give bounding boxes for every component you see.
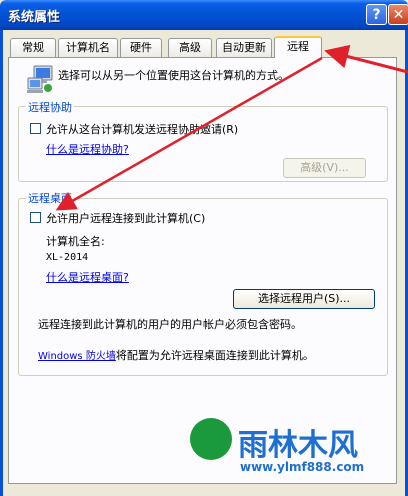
what-is-remote-desktop-link[interactable]: 什么是远程桌面? [46,269,129,285]
remote-assistance-title: 远程协助 [26,99,74,115]
firewall-line: Windows 防火墙将配置为允许远程桌面连接到此计算机。 [38,347,314,363]
tab-computer-name[interactable]: 计算机名 [58,38,118,57]
title-bar[interactable] [0,0,408,30]
tab-advanced[interactable]: 高级 [168,38,212,57]
tab-general[interactable]: 常规 [10,38,56,57]
select-remote-users-button[interactable]: 选择远程用户(S)... [233,289,375,309]
remote-desktop-title: 远程桌面 [26,190,74,206]
remote-assistance-label[interactable]: 允许从这台计算机发送远程协助邀请(R) [46,121,238,137]
what-is-remote-assistance-link[interactable]: 什么是远程协助? [46,141,129,157]
remote-assistance-checkbox[interactable] [30,123,41,134]
help-button[interactable]: ? [366,4,387,25]
computer-full-name-value: XL-2014 [46,252,89,263]
close-button[interactable]: ✕ [388,4,408,25]
watermark-url: www.ylmf888.com [240,460,365,474]
windows-firewall-link[interactable]: Windows 防火墙 [38,351,116,362]
watermark-brand: 雨林木风 [238,428,358,463]
window-frame-left [0,30,3,496]
tab-auto-update[interactable]: 自动更新 [216,38,272,57]
computer-full-name-label: 计算机全名: [46,235,105,248]
brand-logo-icon [190,418,232,460]
password-note: 远程连接到此计算机的用户的用户帐户必须包含密码。 [38,318,302,331]
remote-desktop-checkbox[interactable] [30,212,41,223]
computer-network-icon [27,65,53,93]
remote-desktop-label[interactable]: 允许用户远程连接到此计算机(C) [46,210,205,226]
window-title: 系统属性 [8,10,61,25]
tab-remote[interactable]: 远程 [274,36,322,58]
intro-text: 选择可以从另一个位置使用这台计算机的方式。 [58,69,289,82]
advanced-button[interactable]: 高级(V)... [283,158,366,178]
tab-hardware[interactable]: 硬件 [120,38,162,57]
firewall-text: 将配置为允许远程桌面连接到此计算机。 [115,349,314,362]
